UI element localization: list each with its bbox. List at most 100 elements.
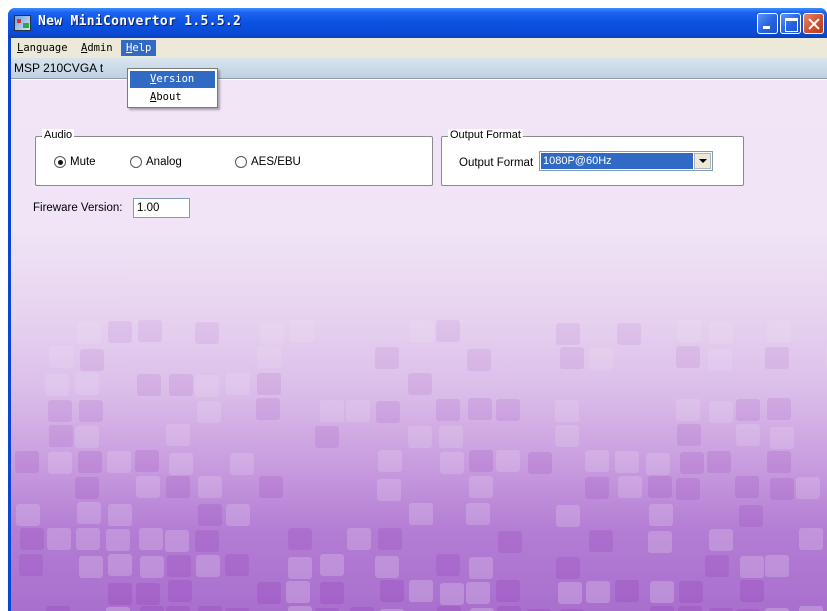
background-tile [740,580,764,602]
background-tile [466,503,490,525]
background-tile [48,452,72,474]
background-tile [19,554,43,576]
menu-help[interactable]: Help [121,40,157,56]
background-tile [75,477,99,499]
menu-admin[interactable]: Admin [78,40,116,56]
audio-mute-radio[interactable]: Mute [54,156,96,168]
background-tile [47,528,71,550]
background-tile [735,476,759,498]
background-tile [136,583,160,605]
output-format-select[interactable]: 1080P@60Hz [539,151,713,171]
audio-group-legend: Audio [42,129,75,141]
background-tile [75,373,99,395]
background-tile [226,373,250,395]
background-tile [736,399,760,421]
background-tile [589,530,613,552]
background-tile [256,398,280,420]
menu-item-version[interactable]: Version [130,71,215,88]
firmware-version-field[interactable]: 1.00 [133,198,190,218]
background-tile [765,555,789,577]
minimize-button[interactable] [757,13,778,34]
background-tile [676,346,700,368]
background-tile [350,607,374,611]
background-tile [469,557,493,579]
background-tile [346,400,370,422]
app-icon[interactable] [14,15,31,31]
background-tile [166,476,190,498]
title-bar[interactable]: New MiniConvertor 1.5.5.2 [8,8,827,38]
menu-item-about[interactable]: About [130,89,215,106]
background-tile [288,528,312,550]
output-format-group: Output Format Output Format 1080P@60Hz [441,129,744,186]
background-tile [410,321,434,343]
background-tile [585,450,609,472]
background-tile [76,528,100,550]
background-tile [467,349,491,371]
background-tile [138,320,162,342]
background-tile [497,606,521,611]
background-tile [195,530,219,552]
background-tile [166,424,190,446]
radio-selected-icon [54,156,66,168]
background-tile [646,453,670,475]
background-tile [736,424,760,446]
background-tile [770,427,794,449]
audio-group: Audio Mute Analog AES/EBU [35,129,433,186]
background-tile [79,556,103,578]
background-tile [46,606,70,611]
background-tile [288,606,312,611]
maximize-button[interactable] [780,13,801,34]
background-tile [648,531,672,553]
background-tile [260,323,284,345]
background-tile [558,582,582,604]
background-tile [78,451,102,473]
background-tile [15,451,39,473]
background-tile [469,476,493,498]
background-tile [436,399,460,421]
background-tile [615,580,639,602]
firmware-version-label: Fireware Version: [33,202,123,214]
device-tab[interactable]: MSP 210CVGA t [14,61,103,75]
background-tile [376,401,400,423]
dropdown-arrow-icon[interactable] [694,153,711,169]
background-tile [409,580,433,602]
client-area: Language Admin Help MSP 210CVGA t Audio … [11,38,827,611]
close-button[interactable] [803,13,824,34]
background-tile [468,398,492,420]
background-tile [168,580,192,602]
background-tile [676,399,700,421]
background-tile [49,425,73,447]
background-tile [108,554,132,576]
background-tile [20,528,44,550]
background-tile [556,557,580,579]
background-tile [439,426,463,448]
background-tile [740,556,764,578]
background-tile [436,320,460,342]
background-tile [16,504,40,526]
background-tile [680,452,704,474]
background-tile [79,400,103,422]
background-tile [197,401,221,423]
audio-aes-ebu-radio[interactable]: AES/EBU [235,156,301,168]
background-tile [678,606,702,611]
background-tile [437,606,461,611]
background-tile [225,554,249,576]
background-tile [166,606,190,611]
background-tile [496,580,520,602]
audio-analog-radio[interactable]: Analog [130,156,182,168]
background-tile [108,583,132,605]
background-tile [226,504,250,526]
background-tile [196,555,220,577]
background-tile [440,452,464,474]
background-tile [617,323,641,345]
background-tile [137,374,161,396]
radio-empty-icon [130,156,142,168]
background-tile [106,607,130,611]
background-tile [709,401,733,423]
background-tile [80,349,104,371]
background-tile [440,583,464,605]
background-tile [75,426,99,448]
menu-language[interactable]: Language [14,40,71,56]
background-tile [136,476,160,498]
background-tile [139,528,163,550]
